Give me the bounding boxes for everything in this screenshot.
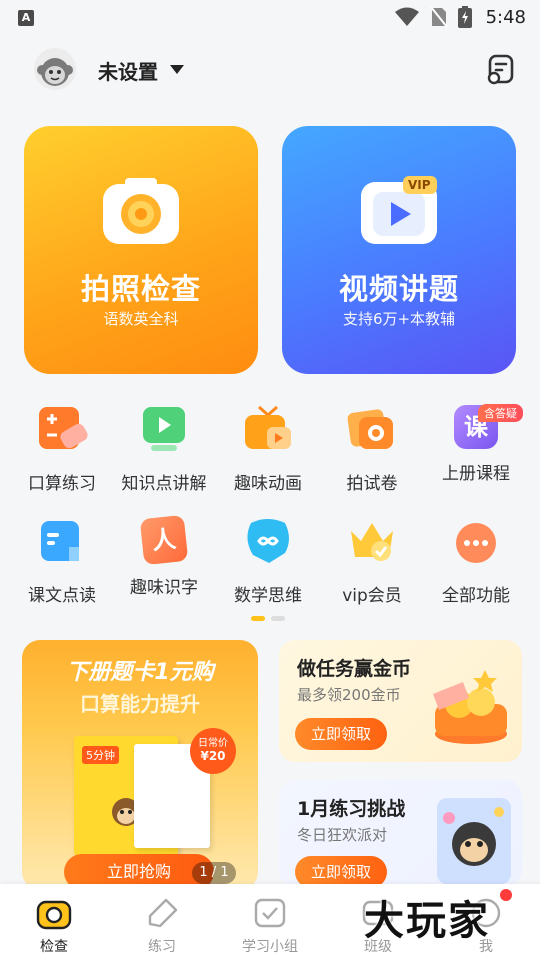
grid-label: 数学思维 xyxy=(234,586,302,606)
video-explain-subtitle: 支持6万+本教辅 xyxy=(342,310,456,328)
grid-item-animation[interactable]: 趣味动画 xyxy=(216,405,320,494)
tab-label: 检查 xyxy=(40,939,68,955)
pager-dot[interactable] xyxy=(271,616,285,621)
grid-label: 趣味动画 xyxy=(234,474,302,494)
tab-study-group[interactable]: 学习小组 xyxy=(216,884,324,960)
crown-icon xyxy=(351,523,393,561)
grid-label: 拍试卷 xyxy=(346,474,398,494)
chevron-down-icon[interactable] xyxy=(170,65,184,74)
tab-label: 学习小组 xyxy=(242,939,298,955)
price-tag-value: ¥20 xyxy=(200,749,226,763)
tab-check[interactable]: 检查 xyxy=(0,884,108,960)
photo-check-subtitle: 语数英全科 xyxy=(103,310,179,328)
photo-check-title: 拍照检查 xyxy=(80,272,201,306)
pager-dot-active[interactable] xyxy=(251,616,265,621)
photo-check-card[interactable]: 拍照检查 语数英全科 xyxy=(24,126,258,374)
tv-icon xyxy=(245,405,291,449)
coin-task-title: 做任务赢金币 xyxy=(297,658,412,680)
read-icon xyxy=(41,521,79,561)
camera-paper-icon xyxy=(347,409,393,449)
battery-icon xyxy=(457,6,472,28)
grid-item-photo-paper[interactable]: 拍试卷 xyxy=(320,405,424,494)
challenge-card[interactable]: 1月练习挑战 冬日狂欢派对 立即领取 xyxy=(279,780,522,886)
wifi-icon xyxy=(394,7,419,26)
video-explain-card[interactable]: VIP 视频讲题 支持6万+本教辅 xyxy=(282,126,516,374)
challenge-subtitle: 冬日狂欢派对 xyxy=(297,826,388,844)
grid-item-knowledge[interactable]: 知识点讲解 xyxy=(112,405,216,494)
status-bar: A 5:48 xyxy=(0,0,540,36)
tab-practice[interactable]: 练习 xyxy=(108,884,216,960)
top-header: 未设置 xyxy=(0,40,540,100)
grid-label: 知识点讲解 xyxy=(121,474,207,494)
promo-title: 下册题卡1元购 xyxy=(66,660,214,685)
grid-label: vip会员 xyxy=(342,586,402,606)
notification-dot xyxy=(500,889,512,901)
more-icon xyxy=(456,523,496,563)
status-time: 5:48 xyxy=(485,6,526,28)
grid-item-characters[interactable]: 人 趣味识字 xyxy=(112,514,216,598)
video-lesson-icon xyxy=(143,407,185,451)
grid-label: 全部功能 xyxy=(442,586,510,606)
camera-tab-icon xyxy=(36,900,72,930)
claim-challenge-button[interactable]: 立即领取 xyxy=(295,856,387,886)
grid-label: 上册课程 xyxy=(442,464,510,484)
tab-label: 练习 xyxy=(148,939,176,955)
grid-item-all-features[interactable]: 全部功能 xyxy=(424,517,528,606)
grid-item-mental-math[interactable]: 口算练习 xyxy=(10,405,114,494)
book-label: 5分钟 xyxy=(82,746,119,764)
video-explain-title: 视频讲题 xyxy=(338,272,459,306)
grid-pager xyxy=(251,616,285,621)
task-list-icon[interactable] xyxy=(484,52,518,86)
vip-tag: VIP xyxy=(408,178,431,192)
watermark: 大玩家 xyxy=(364,898,490,944)
grid-item-math-thinking[interactable]: 数学思维 xyxy=(216,517,320,606)
banner-page-indicator: 1 / 1 xyxy=(192,862,236,884)
challenge-title: 1月练习挑战 xyxy=(297,798,406,820)
grid-item-vip[interactable]: vip会员 xyxy=(320,517,424,606)
notification-a-icon: A xyxy=(18,10,34,26)
claim-coins-button[interactable]: 立即领取 xyxy=(295,718,387,750)
thinking-icon xyxy=(247,519,289,563)
calculator-icon xyxy=(39,407,88,449)
group-tab-icon xyxy=(254,898,286,928)
no-sim-icon xyxy=(429,6,448,28)
grid-label: 趣味识字 xyxy=(130,578,198,598)
promo-subtitle: 口算能力提升 xyxy=(80,692,200,716)
answer-badge: 含答疑 xyxy=(478,404,523,422)
price-tag: 日常价 ¥20 xyxy=(190,728,236,774)
username-dropdown[interactable]: 未设置 xyxy=(98,56,158,85)
pencil-tab-icon xyxy=(148,898,178,928)
grid-label: 口算练习 xyxy=(28,474,96,494)
camera-icon xyxy=(103,178,179,244)
avatar[interactable] xyxy=(34,48,76,90)
grid-label: 课文点读 xyxy=(28,586,96,606)
grid-item-text-read[interactable]: 课文点读 xyxy=(10,517,114,606)
monkey-avatar-icon xyxy=(37,58,73,86)
status-icons: 5:48 xyxy=(394,6,526,28)
promo-banner[interactable]: 下册题卡1元购 口算能力提升 5分钟 日常价 ¥20 立即抢购 1 / 1 xyxy=(22,640,258,890)
monkey-party-icon xyxy=(437,798,511,884)
character-icon: 人 xyxy=(139,514,189,566)
treasure-chest-icon xyxy=(433,670,507,744)
coin-task-card[interactable]: 做任务赢金币 最多领200金币 立即领取 xyxy=(279,640,522,762)
coin-task-subtitle: 最多领200金币 xyxy=(297,686,401,704)
